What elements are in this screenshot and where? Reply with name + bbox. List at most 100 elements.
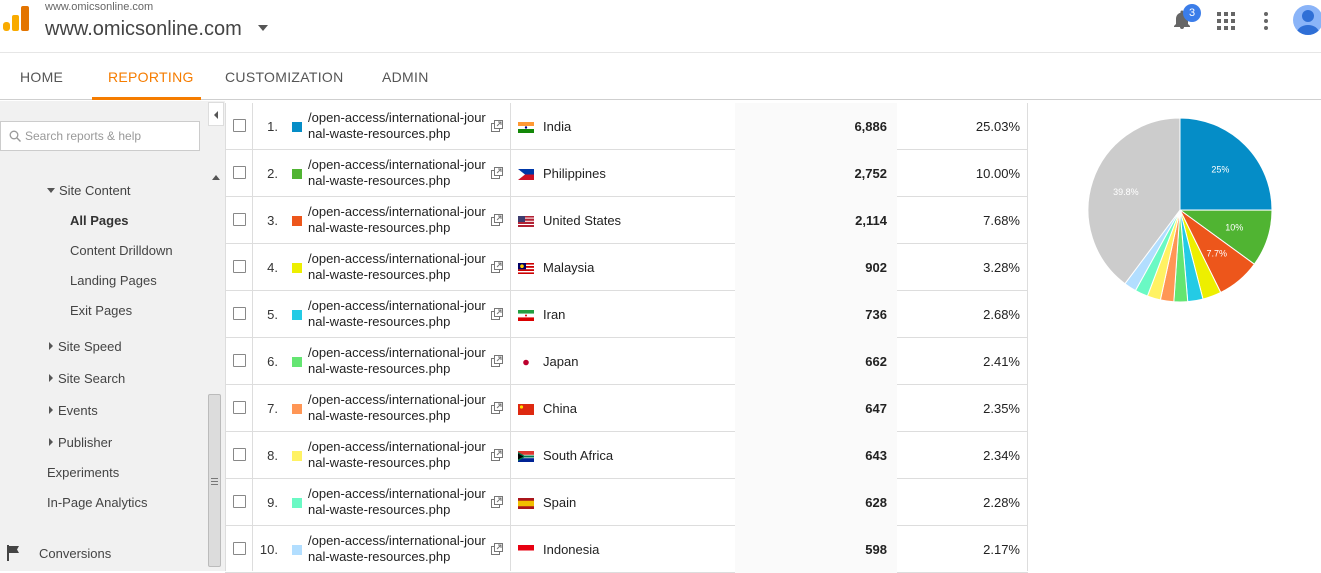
chevron-left-icon: [214, 111, 218, 119]
series-color-swatch: [292, 404, 302, 414]
flag-icon: [7, 545, 19, 561]
sidebar-item-label: Site Content: [59, 183, 131, 198]
sidebar-item-conversions[interactable]: Conversions: [39, 546, 111, 561]
open-external-icon[interactable]: [491, 308, 503, 320]
series-color-swatch: [292, 451, 302, 461]
country-name[interactable]: Japan: [543, 354, 578, 369]
main-nav: HOME REPORTING CUSTOMIZATION ADMIN: [0, 52, 1321, 100]
country-flag-icon: [518, 263, 534, 274]
row-index: 1.: [267, 119, 278, 134]
table-row: 8. /open-access/international-journal-was…: [225, 432, 1028, 479]
pie-slice-label: 39.8%: [1113, 187, 1139, 197]
country-name[interactable]: Indonesia: [543, 542, 599, 557]
country-name[interactable]: China: [543, 401, 577, 416]
open-external-icon[interactable]: [491, 402, 503, 414]
page-link[interactable]: /open-access/international-journal-waste…: [308, 345, 490, 377]
open-external-icon[interactable]: [491, 543, 503, 555]
sidebar-item-exit-pages[interactable]: Exit Pages: [70, 303, 132, 318]
row-index: 5.: [267, 307, 278, 322]
collapse-sidebar-button[interactable]: [208, 102, 224, 126]
country-name[interactable]: Spain: [543, 495, 576, 510]
sidebar-item-label: Events: [58, 403, 98, 418]
pageviews-value: 736: [865, 307, 887, 322]
table-row: 9. /open-access/international-journal-was…: [225, 479, 1028, 526]
row-checkbox[interactable]: [233, 260, 246, 273]
page-link[interactable]: /open-access/international-journal-waste…: [308, 251, 490, 283]
row-checkbox[interactable]: [233, 166, 246, 179]
country-name[interactable]: United States: [543, 213, 621, 228]
row-checkbox[interactable]: [233, 448, 246, 461]
sidebar-item-in-page-analytics[interactable]: In-Page Analytics: [47, 495, 147, 510]
series-color-swatch: [292, 263, 302, 273]
row-checkbox[interactable]: [233, 495, 246, 508]
page-link[interactable]: /open-access/international-journal-waste…: [308, 486, 490, 518]
row-index: 2.: [267, 166, 278, 181]
open-external-icon[interactable]: [491, 261, 503, 273]
sidebar-item-site-content[interactable]: Site Content: [47, 183, 131, 198]
country-flag-icon: [518, 169, 534, 180]
country-flag-icon: [518, 404, 534, 415]
country-name[interactable]: India: [543, 119, 571, 134]
country-flag-icon: [518, 310, 534, 321]
scroll-up-arrow-icon[interactable]: [212, 175, 220, 180]
table-row: 6. /open-access/international-journal-was…: [225, 338, 1028, 385]
tab-admin[interactable]: ADMIN: [382, 69, 429, 85]
sidebar-item-label: Publisher: [58, 435, 113, 450]
percent-value: 10.00%: [975, 166, 1020, 181]
sidebar-item-landing-pages[interactable]: Landing Pages: [70, 273, 157, 288]
country-name[interactable]: Malaysia: [543, 260, 594, 275]
open-external-icon[interactable]: [491, 120, 503, 132]
percent-value: 2.17%: [983, 542, 1020, 557]
row-index: 3.: [267, 213, 278, 228]
page-link[interactable]: /open-access/international-journal-waste…: [308, 439, 490, 471]
apps-grid-icon[interactable]: [1217, 12, 1235, 30]
row-checkbox[interactable]: [233, 213, 246, 226]
page-link[interactable]: /open-access/international-journal-waste…: [308, 204, 490, 236]
country-flag-icon: [518, 216, 534, 227]
open-external-icon[interactable]: [491, 167, 503, 179]
account-avatar-icon[interactable]: [1293, 5, 1321, 35]
more-vert-icon[interactable]: [1264, 12, 1268, 30]
property-selector[interactable]: www.omicsonline.com: [45, 18, 242, 41]
open-external-icon[interactable]: [491, 214, 503, 226]
open-external-icon[interactable]: [491, 449, 503, 461]
pie-chart: 25% 10% 7.7% 39.8%: [1087, 117, 1273, 303]
series-color-swatch: [292, 122, 302, 132]
open-external-icon[interactable]: [491, 496, 503, 508]
table-row: 4. /open-access/international-journal-was…: [225, 244, 1028, 291]
sidebar-item-all-pages[interactable]: All Pages: [70, 213, 129, 228]
page-link[interactable]: /open-access/international-journal-waste…: [308, 533, 490, 565]
chevron-down-icon[interactable]: [258, 25, 268, 31]
sidebar-item-site-speed[interactable]: Site Speed: [49, 339, 122, 354]
page-link[interactable]: /open-access/international-journal-waste…: [308, 110, 490, 142]
country-name[interactable]: Iran: [543, 307, 565, 322]
sidebar-item-site-search[interactable]: Site Search: [49, 371, 125, 386]
row-checkbox[interactable]: [233, 542, 246, 555]
pie-slice-label: 10%: [1225, 223, 1243, 233]
sidebar-item-publisher[interactable]: Publisher: [49, 435, 112, 450]
expand-right-icon: [49, 406, 53, 414]
data-table: 1. /open-access/international-journal-was…: [225, 103, 1028, 573]
analytics-logo-icon[interactable]: [3, 6, 29, 34]
sidebar-item-content-drilldown[interactable]: Content Drilldown: [70, 243, 173, 258]
page-link[interactable]: /open-access/international-journal-waste…: [308, 298, 490, 330]
row-checkbox[interactable]: [233, 354, 246, 367]
page-link[interactable]: /open-access/international-journal-waste…: [308, 157, 490, 189]
row-checkbox[interactable]: [233, 119, 246, 132]
tab-home[interactable]: HOME: [20, 69, 63, 85]
row-checkbox[interactable]: [233, 307, 246, 320]
country-name[interactable]: Philippines: [543, 166, 606, 181]
sidebar-item-events[interactable]: Events: [49, 403, 98, 418]
country-flag-icon: [518, 357, 534, 368]
tab-reporting[interactable]: REPORTING: [108, 69, 194, 85]
table-row: 5. /open-access/international-journal-was…: [225, 291, 1028, 338]
row-checkbox[interactable]: [233, 401, 246, 414]
search-input[interactable]: [25, 122, 195, 150]
country-flag-icon: [518, 498, 534, 509]
country-name[interactable]: South Africa: [543, 448, 613, 463]
tab-customization[interactable]: CUSTOMIZATION: [225, 69, 344, 85]
percent-value: 2.28%: [983, 495, 1020, 510]
page-link[interactable]: /open-access/international-journal-waste…: [308, 392, 490, 424]
open-external-icon[interactable]: [491, 355, 503, 367]
sidebar-item-experiments[interactable]: Experiments: [47, 465, 119, 480]
